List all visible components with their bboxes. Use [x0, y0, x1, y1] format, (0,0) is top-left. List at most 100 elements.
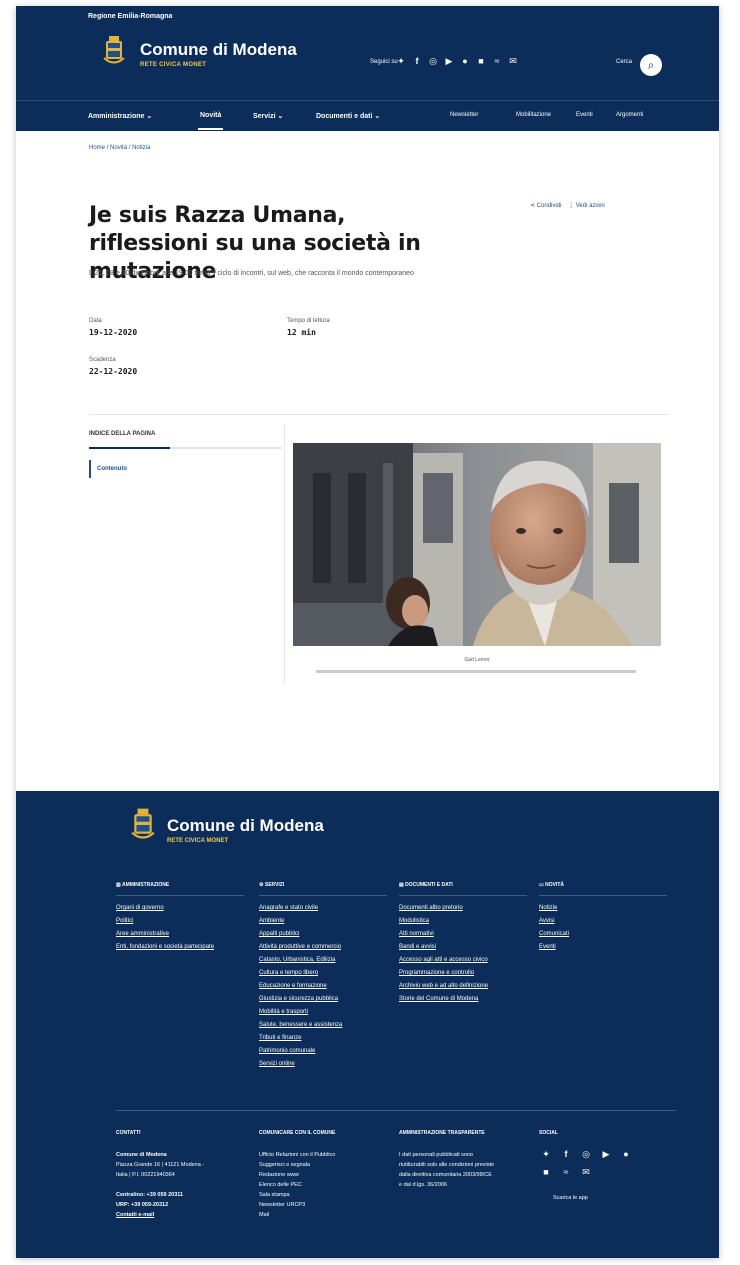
footer-col-title: SERVIZI	[264, 882, 285, 888]
footer-link[interactable]: Mobilità e trasporti	[259, 1006, 342, 1019]
contacts-line: Comune di Modena	[116, 1152, 167, 1158]
footer-link[interactable]: Ambiente	[259, 915, 342, 928]
region-link[interactable]: Regione Emilia-Romagna	[88, 13, 172, 20]
footer-list-novita: Notizie Avvisi Comunicati Eventi	[539, 902, 569, 954]
footer-link[interactable]: Suggerisci e segnala	[259, 1160, 335, 1170]
facebook-icon[interactable]: f	[561, 1149, 571, 1159]
mail-icon[interactable]: ✉	[581, 1167, 591, 1177]
wifi-icon[interactable]: ≈	[492, 56, 502, 66]
telegram-icon[interactable]: ●	[460, 56, 470, 66]
footer-link[interactable]: Modulistica	[399, 915, 488, 928]
nav-label: Novità	[200, 112, 222, 119]
contacts-line: Centralino: +39 059 20311	[116, 1192, 184, 1198]
contacts-line: URP: +39 059-20312	[116, 1202, 169, 1208]
nav-label: Servizi	[253, 113, 276, 120]
footer-link[interactable]: Anagrafe e stato civile	[259, 902, 342, 915]
footer-link[interactable]: Attività produttive e commercio	[259, 941, 342, 954]
nav-item-documenti[interactable]: Documenti e dati ⌄	[316, 112, 380, 120]
toc-title: INDICE DELLA PAGINA	[89, 431, 156, 437]
document-icon: ▤	[399, 882, 404, 888]
twitter-icon[interactable]: ✦	[541, 1149, 551, 1159]
whatsapp-icon[interactable]: ■	[476, 56, 486, 66]
footer-link[interactable]: Catasto, Urbanistica, Edilizia	[259, 954, 342, 967]
gear-icon: ⚙	[259, 882, 264, 888]
mail-icon[interactable]: ✉	[508, 56, 518, 66]
instagram-icon[interactable]: ◎	[428, 56, 438, 66]
text-line-placeholder	[316, 670, 636, 673]
telegram-icon[interactable]: ●	[621, 1149, 631, 1159]
whatsapp-icon[interactable]: ■	[541, 1167, 551, 1177]
instagram-icon[interactable]: ◎	[581, 1149, 591, 1159]
contacts-line: Piazza Grande 16 | 41121 Modena -	[116, 1162, 205, 1168]
brand-title[interactable]: Comune di Modena	[140, 40, 297, 60]
footer-link[interactable]: Mail	[259, 1210, 335, 1220]
contacts-email-link[interactable]: Contatti e-mail	[116, 1210, 204, 1220]
footer-link[interactable]: Atti normativi	[399, 928, 488, 941]
footer-link[interactable]: Documenti albo pretorio	[399, 902, 488, 915]
footer-link[interactable]: Politici	[116, 915, 214, 928]
transparency-line: e dal d.lgs. 36/2006	[399, 1182, 448, 1188]
footer-coat-of-arms-icon[interactable]	[131, 808, 155, 842]
footer-brand-title[interactable]: Comune di Modena	[167, 816, 324, 836]
footer-link[interactable]: Accesso agli atti e accesso civico	[399, 954, 488, 967]
footer-link[interactable]: Servizi online	[259, 1058, 342, 1071]
breadcrumb-current: Notizia	[132, 145, 151, 151]
footer-link[interactable]: Giustizia e sicurezza pubblica	[259, 993, 342, 1006]
footer-link[interactable]: Ufficio Relazioni con il Pubblico	[259, 1150, 335, 1160]
toc-progress	[89, 447, 282, 449]
date-value: 19-12-2020	[89, 328, 138, 337]
footer-link[interactable]: Tributi e finanze	[259, 1032, 342, 1045]
footer-link[interactable]: Programmazione e controllo	[399, 967, 488, 980]
nav-item-servizi[interactable]: Servizi ⌄	[253, 112, 283, 120]
footer-link[interactable]: Salute, benessere e assistenza	[259, 1019, 342, 1032]
footer-link[interactable]: Cultura e tempo libero	[259, 967, 342, 980]
nav-item-eventi[interactable]: Eventi	[576, 112, 593, 118]
wifi-icon[interactable]: ≈	[561, 1167, 571, 1177]
footer-col-heading-servizi: ⚙ SERVIZI	[259, 882, 284, 888]
footer-link[interactable]: Organi di governo	[116, 902, 214, 915]
nav-item-mobilitazione[interactable]: Mobilitazione	[516, 112, 551, 118]
breadcrumb-home[interactable]: Home	[89, 145, 105, 151]
social-heading: SOCIAL	[539, 1130, 558, 1136]
footer-link[interactable]: Aree amministrative	[116, 928, 214, 941]
search-button[interactable]: ⌕	[640, 54, 662, 76]
footer-link[interactable]: Bandi e avvisi	[399, 941, 488, 954]
footer-link[interactable]: Patrimonio comunale	[259, 1045, 342, 1058]
footer-link[interactable]: Redazione www	[259, 1170, 335, 1180]
coat-of-arms-icon[interactable]	[103, 36, 125, 66]
youtube-icon[interactable]: ▶	[444, 56, 454, 66]
reading-time-label: Tempo di lettura	[287, 318, 330, 324]
footer-link[interactable]: Enti, fondazioni e società partecipate	[116, 941, 214, 954]
footer-link[interactable]: Educazione e formazione	[259, 980, 342, 993]
footer-col-rule	[116, 895, 244, 896]
toc-item-contenuto[interactable]: Contenuto	[89, 460, 127, 478]
more-actions-button[interactable]: ⋮ Vedi azioni	[568, 203, 605, 209]
page-actions: ⋖ Condividi ⋮ Vedi azioni	[530, 202, 605, 209]
nav-item-novita[interactable]: Novità	[197, 112, 224, 130]
footer-col-rule	[539, 895, 667, 896]
transparency-line: dalla direttiva comunitaria 2003/98/CE	[399, 1172, 492, 1178]
building-icon: ▥	[116, 882, 121, 888]
nav-item-amministrazione[interactable]: Amministrazione ⌄	[88, 112, 152, 120]
nav-item-argomenti[interactable]: Argomenti	[616, 112, 643, 118]
youtube-icon[interactable]: ▶	[601, 1149, 611, 1159]
footer-link[interactable]: Notizie	[539, 902, 569, 915]
transparency-block: I dati personali pubblicati sono riutili…	[399, 1150, 494, 1190]
footer-list-documenti: Documenti albo pretorio Modulistica Atti…	[399, 902, 488, 1006]
footer-link[interactable]: Archivio web e ad alto definizione	[399, 980, 488, 993]
footer-link[interactable]: Storie del Comune di Modena	[399, 993, 488, 1006]
footer-col-rule	[259, 895, 387, 896]
download-app-link[interactable]: Scarica le app	[553, 1195, 588, 1201]
footer-link[interactable]: Appalti pubblici	[259, 928, 342, 941]
footer-link[interactable]: Sala stampa	[259, 1190, 335, 1200]
breadcrumb-section[interactable]: Novità	[110, 145, 127, 151]
footer-link[interactable]: Avvisi	[539, 915, 569, 928]
footer-link[interactable]: Newsletter URCP3	[259, 1200, 335, 1210]
footer-link[interactable]: Comunicati	[539, 928, 569, 941]
footer-link[interactable]: Elenco delle PEC	[259, 1180, 335, 1190]
nav-item-newsletter[interactable]: Newsletter	[450, 112, 478, 118]
twitter-icon[interactable]: ✦	[396, 56, 406, 66]
footer-link[interactable]: Eventi	[539, 941, 569, 954]
facebook-icon[interactable]: f	[412, 56, 422, 66]
share-button[interactable]: ⋖ Condividi	[530, 203, 561, 209]
